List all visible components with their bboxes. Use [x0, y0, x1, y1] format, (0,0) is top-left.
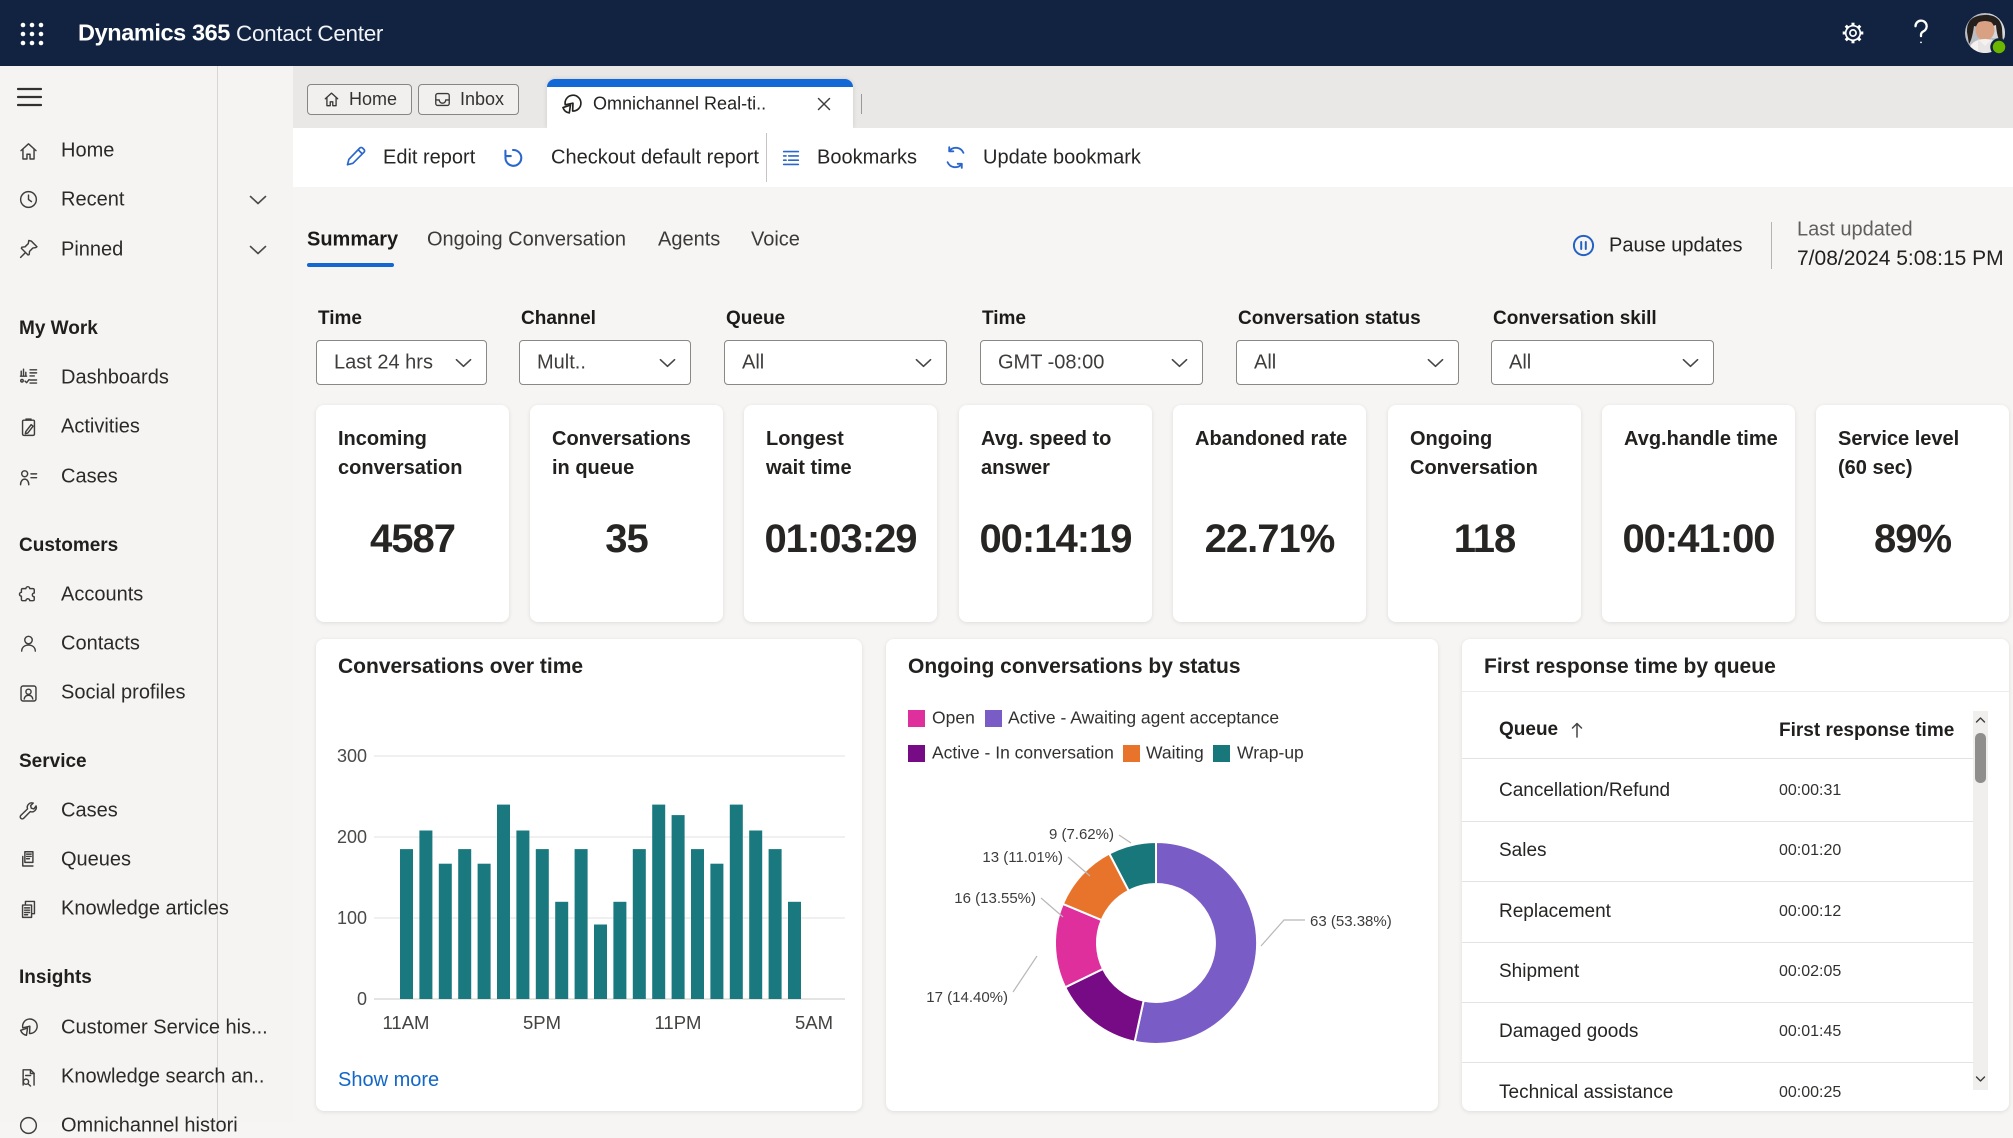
- svg-text:16 (13.55%): 16 (13.55%): [954, 890, 1036, 907]
- svg-text:11PM: 11PM: [655, 1012, 702, 1033]
- svg-text:5AM: 5AM: [795, 1012, 833, 1033]
- svg-text:17 (14.40%): 17 (14.40%): [926, 989, 1008, 1006]
- svg-text:11AM: 11AM: [383, 1012, 430, 1033]
- svg-text:63 (53.38%): 63 (53.38%): [1310, 913, 1392, 930]
- svg-text:100: 100: [337, 908, 367, 928]
- svg-text:5PM: 5PM: [523, 1012, 561, 1033]
- svg-text:9 (7.62%): 9 (7.62%): [1049, 826, 1114, 843]
- svg-text:13 (11.01%): 13 (11.01%): [982, 849, 1063, 866]
- svg-text:0: 0: [357, 989, 367, 1009]
- svg-text:200: 200: [337, 827, 367, 847]
- svg-text:300: 300: [337, 746, 367, 766]
